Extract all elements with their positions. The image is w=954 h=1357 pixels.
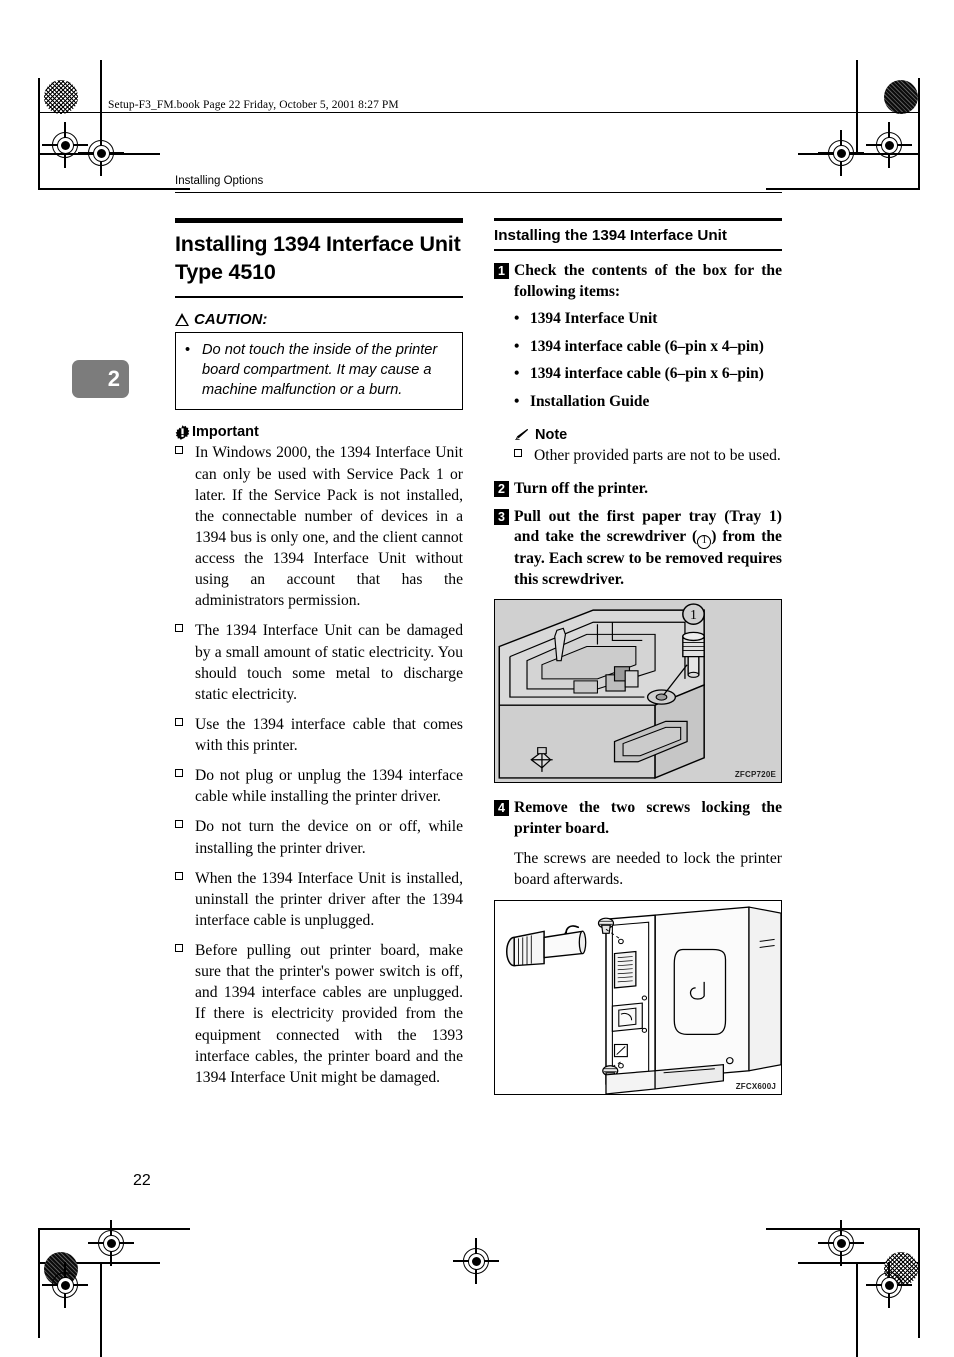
bullet-dot-icon: • <box>514 365 520 383</box>
title-rule-top <box>175 218 463 223</box>
list-item-text: When the 1394 Interface Unit is installe… <box>195 869 463 929</box>
figure-code: ZFCX600J <box>735 1082 776 1092</box>
step-number: 2 <box>494 480 509 497</box>
step-text: Pull out the first paper tray (Tray 1) a… <box>514 507 782 591</box>
important-list: In Windows 2000, the 1394 Interface Unit… <box>175 442 463 1088</box>
square-bullet-icon <box>175 714 195 756</box>
step-3: 3 Pull out the first paper tray (Tray 1)… <box>494 507 782 591</box>
bullet-dot-icon: • <box>185 342 191 359</box>
list-item: Other provided parts are not to be used. <box>514 445 782 466</box>
step-number: 3 <box>494 508 509 525</box>
running-head: Installing Options <box>175 175 264 187</box>
file-header-text: Setup-F3_FM.book Page 22 Friday, October… <box>108 99 399 111</box>
step-1-bullet-list: • 1394 Interface Unit • 1394 interface c… <box>494 309 782 413</box>
printer-board-screws-illustration: ZFCX600J <box>494 900 782 1096</box>
list-item-text: Do not turn the device on or off, while … <box>195 818 463 857</box>
bullet-dot-icon: • <box>514 337 520 355</box>
list-item: When the 1394 Interface Unit is installe… <box>175 868 463 931</box>
list-item: • 1394 interface cable (6–pin x 4–pin) <box>514 337 782 358</box>
important-label: Important <box>192 424 259 441</box>
step-4: 4 Remove the two screws locking the prin… <box>494 798 782 840</box>
step-4-description: The screws are needed to lock the printe… <box>514 850 782 889</box>
document-page: Setup-F3_FM.book Page 22 Friday, October… <box>0 0 954 1348</box>
bullet-dot-icon: • <box>514 309 520 327</box>
title-rule-bottom <box>175 295 463 299</box>
list-item: Before pulling out printer board, make s… <box>175 940 463 1088</box>
right-column: Installing the 1394 Interface Unit 1 Che… <box>494 218 782 1096</box>
important-starburst-icon <box>175 425 190 440</box>
section-rule-top <box>494 218 782 221</box>
list-item-text: The 1394 Interface Unit can be damaged b… <box>195 622 463 703</box>
step-number-badge: 4 <box>494 798 514 840</box>
list-item-text: Before pulling out printer board, make s… <box>195 942 463 1086</box>
list-item: Do not plug or unplug the 1394 interface… <box>175 765 463 807</box>
warning-triangle-icon <box>175 313 189 327</box>
list-item-text: 1394 interface cable (6–pin x 4–pin) <box>530 337 764 355</box>
page-title: Installing 1394 Interface Unit Type 4510 <box>175 232 461 284</box>
section-title: Installing the 1394 Interface Unit <box>494 226 727 244</box>
caution-label: CAUTION: <box>194 311 268 329</box>
chapter-tab: 2 <box>72 360 129 398</box>
square-bullet-icon <box>175 816 195 858</box>
note-heading: Note <box>514 427 782 443</box>
callout-marker: 1 <box>697 534 712 549</box>
note-list: Other provided parts are not to be used. <box>514 445 782 466</box>
step-number-badge: 2 <box>494 479 514 500</box>
page-number: 22 <box>133 1172 151 1189</box>
step-text: Remove the two screws locking the printe… <box>514 799 782 838</box>
step-number: 4 <box>494 800 509 817</box>
square-bullet-icon <box>175 442 195 611</box>
step-1: 1 Check the contents of the box for the … <box>494 261 782 303</box>
list-item: • 1394 interface cable (6–pin x 6–pin) <box>514 364 782 385</box>
step-number: 1 <box>494 263 509 280</box>
bullet-dot-icon: • <box>514 392 520 410</box>
square-bullet-icon <box>514 445 534 466</box>
step-text: Turn off the printer. <box>514 479 649 497</box>
caution-heading: CAUTION: <box>175 311 463 328</box>
list-item: Do not turn the device on or off, while … <box>175 816 463 858</box>
chapter-tab-number: 2 <box>107 366 120 391</box>
figure-code: ZFCP720E <box>734 770 776 780</box>
list-item-text: 1394 Interface Unit <box>530 309 658 327</box>
caution-box: • Do not touch the inside of the printer… <box>175 332 463 411</box>
step-2: 2 Turn off the printer. <box>494 479 782 500</box>
list-item-text: 1394 interface cable (6–pin x 6–pin) <box>530 365 764 383</box>
square-bullet-icon <box>175 620 195 705</box>
square-bullet-icon <box>175 765 195 807</box>
list-item: • Installation Guide <box>514 392 782 413</box>
left-column: Installing 1394 Interface Unit Type 4510… <box>175 218 463 1088</box>
list-item-text: Other provided parts are not to be used. <box>534 446 781 464</box>
list-item: • 1394 Interface Unit <box>514 309 782 330</box>
list-item: The 1394 Interface Unit can be damaged b… <box>175 620 463 705</box>
file-header-rule <box>38 112 920 114</box>
list-item-text: Installation Guide <box>530 392 650 410</box>
section-rule-bottom <box>494 248 782 252</box>
step-number-badge: 1 <box>494 261 514 303</box>
svg-text:1: 1 <box>690 608 697 623</box>
step-text: Check the contents of the box for the fo… <box>514 262 782 301</box>
list-item: Use the 1394 interface cable that comes … <box>175 714 463 756</box>
caution-item: • Do not touch the inside of the printer… <box>185 340 453 400</box>
list-item-text: Do not plug or unplug the 1394 interface… <box>195 767 463 806</box>
caution-item-text: Do not touch the inside of the printer b… <box>202 342 438 399</box>
square-bullet-icon <box>175 940 195 1088</box>
running-head-rule <box>175 192 782 194</box>
paper-tray-screwdriver-illustration: 1 ZFCP720E <box>494 599 782 784</box>
important-heading: Important <box>175 424 463 440</box>
square-bullet-icon <box>175 868 195 931</box>
list-item: In Windows 2000, the 1394 Interface Unit… <box>175 442 463 611</box>
note-label: Note <box>535 426 568 443</box>
step-number-badge: 3 <box>494 507 514 591</box>
note-pencil-icon <box>514 428 530 442</box>
list-item-text: Use the 1394 interface cable that comes … <box>195 715 463 755</box>
list-item-text: In Windows 2000, the 1394 Interface Unit… <box>195 444 463 610</box>
